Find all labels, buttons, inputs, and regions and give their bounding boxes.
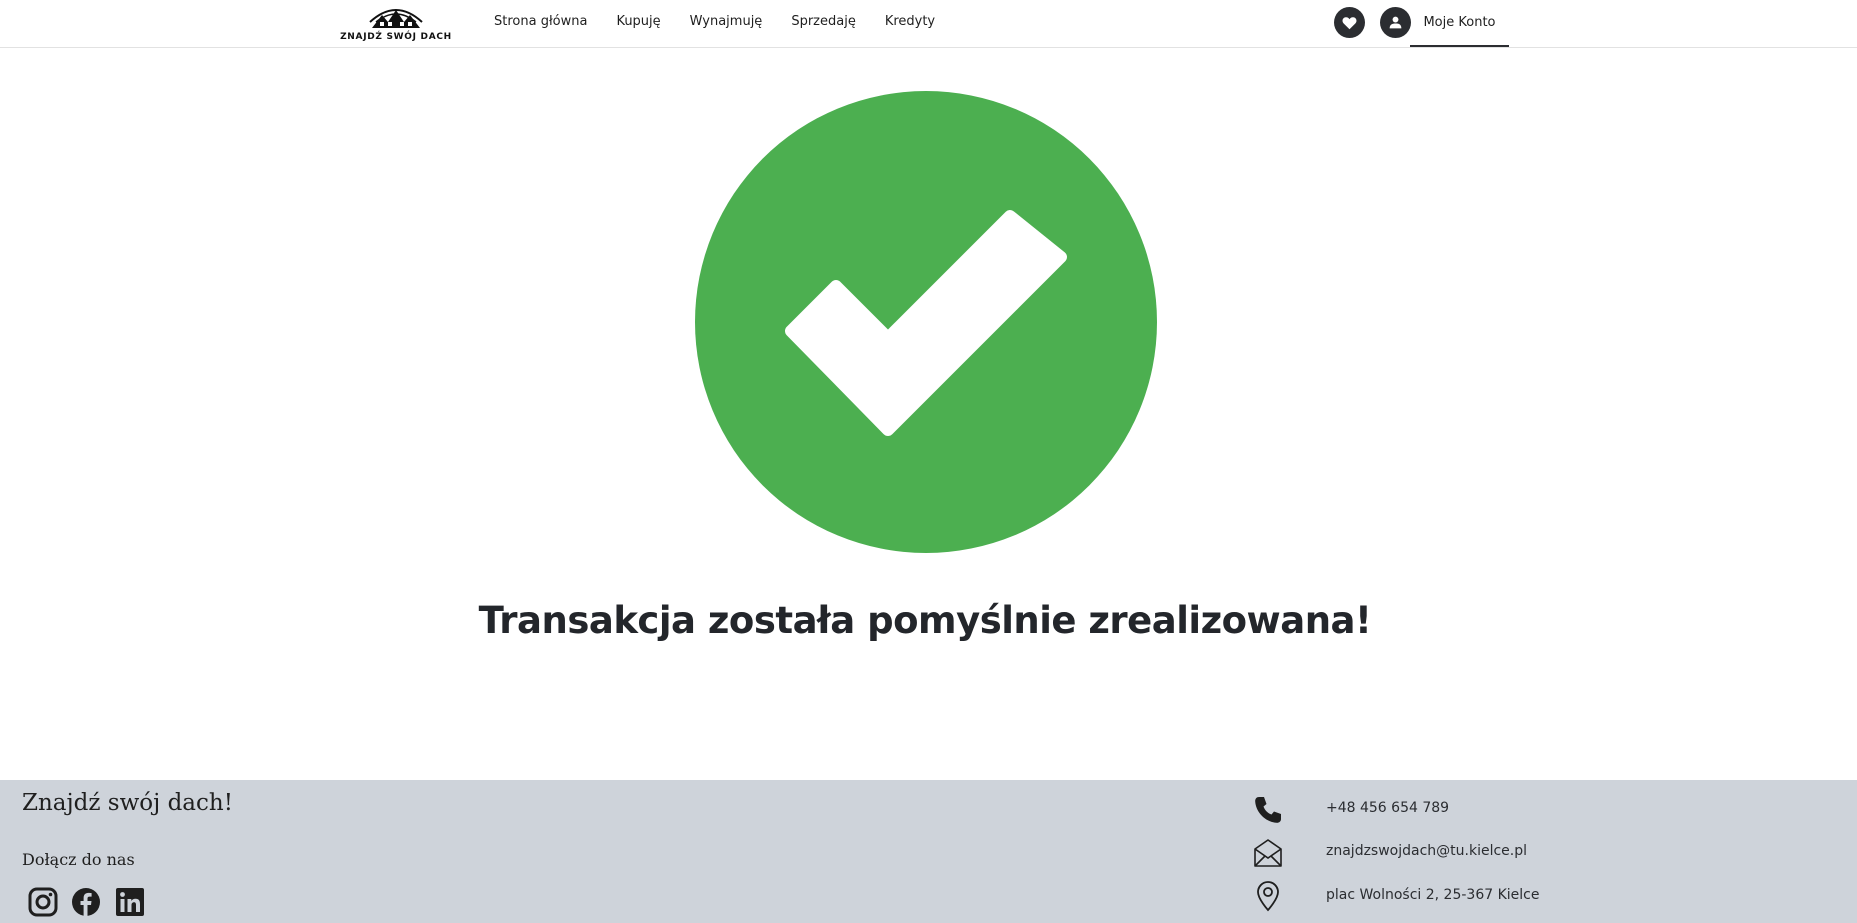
email-address[interactable]: znajdzswojdach@tu.kielce.pl bbox=[1326, 843, 1527, 859]
footer: Znajdź swój dach! Dołącz do nas +48 456 … bbox=[0, 780, 1857, 923]
facebook-icon[interactable] bbox=[71, 887, 101, 917]
nav-link-rent[interactable]: Wynajmuję bbox=[690, 13, 763, 31]
nav-link-credits[interactable]: Kredyty bbox=[885, 13, 935, 31]
phone-number[interactable]: +48 456 654 789 bbox=[1326, 800, 1449, 816]
site-logo[interactable]: ZNAJDŹ SWÓJ DACH bbox=[338, 2, 454, 44]
top-navbar: ZNAJDŹ SWÓJ DACH Strona główna Kupuję Wy… bbox=[0, 0, 1857, 48]
logo-text: ZNAJDŹ SWÓJ DACH bbox=[340, 32, 452, 42]
phone-icon bbox=[1255, 797, 1281, 823]
favorites-button[interactable] bbox=[1334, 7, 1365, 38]
location-pin-icon bbox=[1257, 881, 1279, 912]
main-nav: Strona główna Kupuję Wynajmuję Sprzedaję… bbox=[494, 13, 964, 31]
nav-link-home[interactable]: Strona główna bbox=[494, 13, 587, 31]
envelope-icon bbox=[1254, 839, 1282, 867]
join-us-label: Dołącz do nas bbox=[22, 850, 135, 869]
user-icon bbox=[1389, 16, 1402, 29]
check-circle-icon bbox=[695, 91, 1157, 557]
linkedin-icon[interactable] bbox=[115, 887, 145, 917]
address: plac Wolności 2, 25-367 Kielce bbox=[1326, 887, 1540, 903]
instagram-icon[interactable] bbox=[28, 887, 58, 917]
nav-link-sell[interactable]: Sprzedaję bbox=[791, 13, 856, 31]
footer-brand: Znajdź swój dach! bbox=[22, 790, 233, 816]
nav-link-buy[interactable]: Kupuję bbox=[616, 13, 660, 31]
success-message: Transakcja została pomyślnie zrealizowan… bbox=[478, 598, 1372, 642]
heart-icon bbox=[1342, 16, 1357, 29]
user-button[interactable] bbox=[1380, 7, 1411, 38]
roof-logo-icon bbox=[369, 9, 423, 28]
my-account-link[interactable]: Moje Konto bbox=[1410, 0, 1509, 47]
